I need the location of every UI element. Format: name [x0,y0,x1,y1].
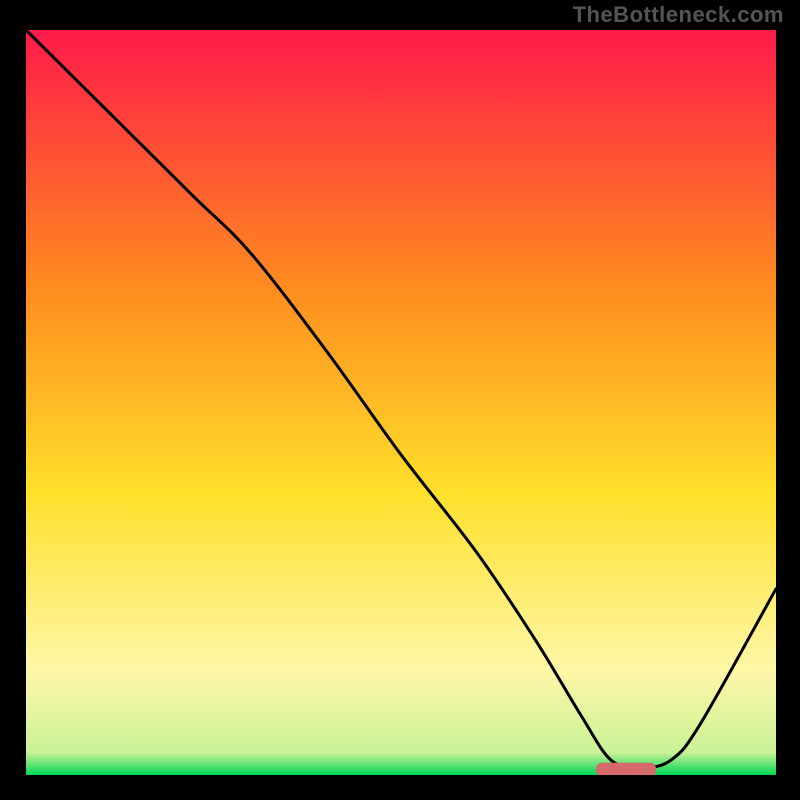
chart-frame: TheBottleneck.com [0,0,800,800]
attribution-text: TheBottleneck.com [573,2,784,28]
optimal-marker [596,763,656,775]
plot-svg [26,30,776,775]
bottleneck-plot [26,30,776,775]
